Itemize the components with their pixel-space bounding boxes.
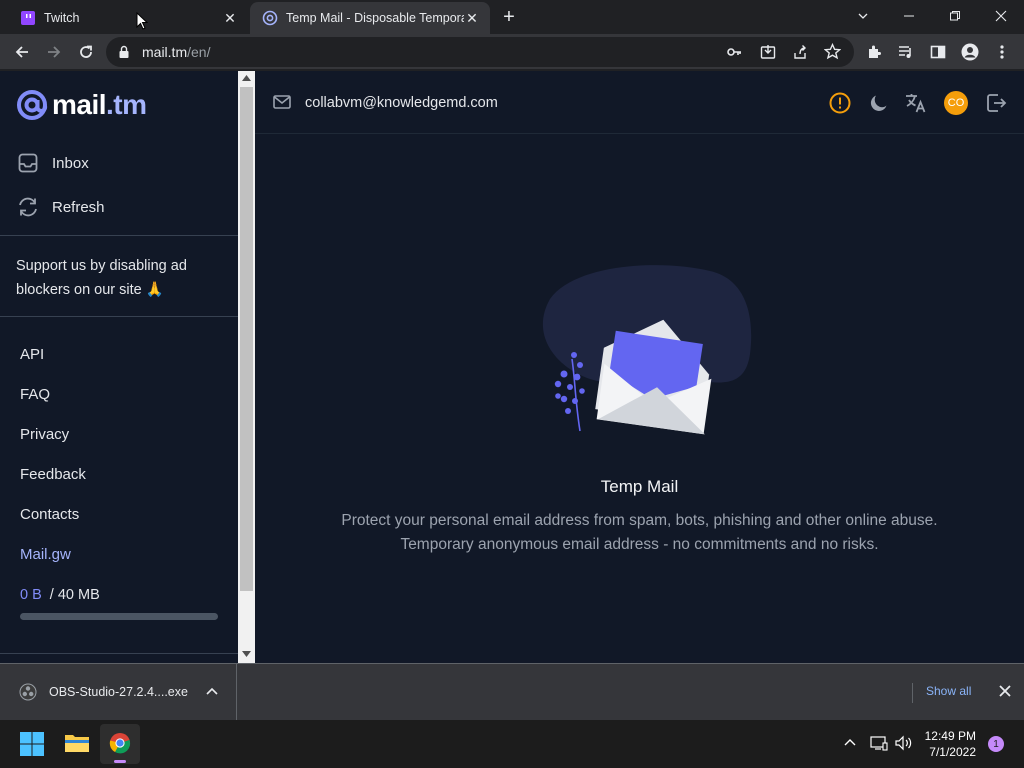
key-icon[interactable] [726, 44, 742, 60]
hero-line-1: Protect your personal email address from… [341, 512, 938, 529]
lock-icon[interactable] [118, 45, 130, 59]
sidebar-item-refresh[interactable]: Refresh [16, 195, 105, 219]
mailbox-header: collabvm@knowledgemd.com CO [255, 71, 1024, 134]
storage-total: / 40 MB [49, 587, 100, 603]
tab-close-icon[interactable]: ✕ [222, 10, 238, 26]
clock-date: 7/1/2022 [929, 745, 976, 759]
show-hidden-icons-chevron-icon[interactable] [844, 738, 856, 746]
mail-icon [273, 94, 291, 110]
main-content: collabvm@knowledgemd.com CO Temp Mail Pr… [255, 71, 1024, 663]
windows-taskbar: 12:49 PM 7/1/2022 1 [0, 720, 1024, 768]
notification-badge[interactable]: 1 [988, 736, 1004, 752]
bookmark-star-icon[interactable] [824, 43, 841, 60]
profile-icon[interactable] [956, 38, 984, 66]
link-api[interactable]: API [20, 346, 44, 363]
extensions-icon[interactable] [860, 38, 888, 66]
user-avatar[interactable]: CO [944, 91, 968, 115]
avatar-initials: CO [944, 91, 968, 115]
sidebar: mail.tm Inbox Refresh Support us by disa… [0, 71, 238, 663]
logo-text: mail.tm [52, 89, 147, 121]
install-app-icon[interactable] [760, 44, 776, 60]
restore-button[interactable] [932, 0, 978, 32]
link-privacy[interactable]: Privacy [20, 426, 69, 443]
tab-title: Temp Mail - Disposable Temporary [286, 11, 464, 25]
at-sign-icon [16, 89, 48, 121]
inbox-icon [16, 151, 40, 175]
side-panel-icon[interactable] [924, 38, 952, 66]
address-bar[interactable]: mail.tm/en/ [106, 37, 854, 67]
windows-start-icon[interactable] [20, 732, 44, 756]
volume-icon[interactable] [895, 735, 913, 751]
file-explorer-icon[interactable] [64, 732, 90, 754]
hero-title: Temp Mail [600, 477, 679, 496]
sidebar-scrollbar[interactable] [238, 71, 255, 663]
close-download-bar-icon[interactable] [999, 685, 1011, 697]
scroll-down-arrow-icon[interactable] [242, 651, 251, 657]
close-window-button[interactable] [978, 0, 1024, 32]
sidebar-item-label: Inbox [52, 154, 89, 172]
network-icon[interactable] [870, 735, 888, 751]
sidebar-item-inbox[interactable]: Inbox [16, 151, 89, 175]
chrome-menu-icon[interactable] [988, 38, 1016, 66]
mail-tm-favicon-icon [262, 10, 278, 26]
link-feedback[interactable]: Feedback [20, 466, 86, 483]
chrome-taskbar-button[interactable] [100, 724, 140, 764]
scrollbar-thumb[interactable] [240, 87, 253, 591]
tab-twitch[interactable]: Twitch ✕ [8, 2, 248, 34]
twitch-icon [20, 10, 36, 26]
back-button[interactable] [8, 38, 36, 66]
tab-temp-mail[interactable]: Temp Mail - Disposable Temporary ✕ [250, 2, 490, 34]
download-bar: OBS-Studio-27.2.4....exe Show all [0, 663, 1024, 720]
url-path: /en/ [187, 44, 211, 60]
tab-search-icon[interactable] [840, 0, 886, 32]
browser-tab-strip: Twitch ✕ Temp Mail - Disposable Temporar… [0, 0, 1024, 34]
system-clock[interactable]: 12:49 PM 7/1/2022 [925, 728, 976, 760]
clock-time: 12:49 PM [924, 729, 976, 743]
sidebar-item-label: Refresh [52, 198, 105, 216]
hero-line-2: Temporary anonymous email address - no c… [400, 536, 879, 553]
mail-tm-logo[interactable]: mail.tm [16, 89, 147, 121]
new-tab-button[interactable]: + [498, 6, 520, 28]
browser-toolbar: mail.tm/en/ [0, 34, 1024, 70]
sidebar-divider [0, 235, 238, 236]
url-text: mail.tm/en/ [142, 44, 210, 60]
hero-description: Protect your personal email address from… [255, 509, 1024, 557]
minimize-button[interactable] [886, 0, 932, 32]
share-icon[interactable] [792, 44, 808, 60]
active-app-indicator [114, 760, 126, 763]
logo-name: mail [52, 89, 107, 120]
link-contacts[interactable]: Contacts [20, 506, 79, 523]
forward-button[interactable] [40, 38, 68, 66]
email-address[interactable]: collabvm@knowledgemd.com [305, 95, 498, 111]
web-page: mail.tm Inbox Refresh Support us by disa… [0, 71, 1024, 663]
download-filename: OBS-Studio-27.2.4....exe [49, 685, 188, 699]
show-all-downloads-button[interactable]: Show all [912, 683, 971, 703]
link-mail-gw[interactable]: Mail.gw [20, 546, 71, 563]
logout-icon[interactable] [984, 91, 1008, 115]
warning-icon[interactable] [828, 91, 852, 115]
chevron-up-icon[interactable] [206, 686, 218, 696]
tab-title: Twitch [44, 11, 80, 25]
refresh-icon [16, 195, 40, 219]
media-controls-icon[interactable] [892, 38, 920, 66]
obs-file-icon [19, 683, 37, 701]
sidebar-divider [0, 316, 238, 317]
empty-inbox-illustration [520, 259, 760, 449]
ad-blocker-notice: Support us by disabling ad blockers on o… [16, 258, 187, 298]
mouse-cursor-icon [136, 12, 148, 30]
chrome-icon [109, 732, 131, 754]
storage-usage: 0 B / 40 MB [20, 587, 100, 603]
storage-progress-bar [20, 613, 218, 620]
scroll-up-arrow-icon[interactable] [242, 75, 251, 81]
download-item[interactable]: OBS-Studio-27.2.4....exe [0, 664, 237, 720]
sidebar-divider [0, 653, 238, 654]
link-faq[interactable]: FAQ [20, 386, 50, 403]
logo-tld: .tm [106, 89, 147, 120]
storage-used: 0 B [20, 587, 42, 603]
translate-icon[interactable] [904, 91, 928, 115]
dark-mode-toggle-icon[interactable] [867, 91, 891, 115]
reload-button[interactable] [72, 38, 100, 66]
tab-close-icon[interactable]: ✕ [464, 10, 480, 26]
url-host: mail.tm [142, 44, 188, 60]
